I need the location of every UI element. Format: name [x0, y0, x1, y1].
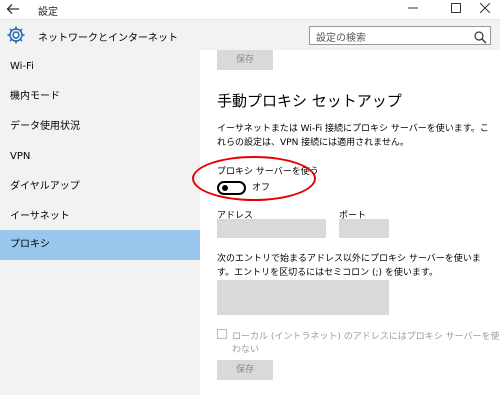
local-bypass-checkbox[interactable]	[217, 329, 227, 339]
title-bar: 設定	[0, 0, 500, 20]
local-bypass-label: ローカル (イントラネット) のアドレスにはプロキシ サーバーを使わない	[232, 332, 500, 355]
sidebar-item-ethernet[interactable]: イーサネット	[0, 202, 200, 232]
use-proxy-toggle[interactable]	[217, 181, 246, 195]
sidebar-item-airplane-mode[interactable]: 機内モード	[0, 82, 200, 112]
exceptions-description: 次のエントリで始まるアドレス以外にプロキシ サーバーを使います。エントリを区切る…	[217, 254, 481, 278]
maximize-button[interactable]	[441, 0, 471, 20]
top-save-button[interactable]: 保存	[217, 50, 273, 70]
exceptions-field[interactable]	[217, 280, 389, 315]
minimize-button[interactable]	[398, 0, 428, 20]
search-placeholder: 設定の検索	[316, 33, 366, 44]
sidebar: Wi-Fi 機内モード データ使用状況 VPN ダイヤルアップ イーサネット プ…	[0, 50, 200, 395]
bottom-save-button[interactable]: 保存	[217, 360, 273, 380]
sidebar-item-vpn[interactable]: VPN	[0, 142, 200, 172]
toggle-knob	[222, 185, 228, 191]
sidebar-item-dialup[interactable]: ダイヤルアップ	[0, 172, 200, 202]
window-title: 設定	[38, 7, 58, 18]
close-button[interactable]	[470, 0, 500, 20]
sidebar-item-proxy[interactable]: プロキシ	[0, 230, 200, 260]
sidebar-item-data-usage[interactable]: データ使用状況	[0, 112, 200, 142]
port-field[interactable]	[339, 219, 389, 238]
gear-icon	[6, 25, 26, 45]
proxy-settings-panel: 保存 手動プロキシ セットアップ イーサネットまたは Wi-Fi 接続にプロキシ…	[200, 50, 500, 395]
sidebar-item-wifi[interactable]: Wi-Fi	[0, 52, 200, 82]
address-field[interactable]	[217, 219, 326, 238]
proxy-description: イーサネットまたは Wi-Fi 接続にプロキシ サーバーを使います。これらの設定…	[217, 124, 489, 148]
section-title: ネットワークとインターネット	[38, 33, 178, 44]
back-arrow-icon[interactable]	[6, 2, 22, 18]
page-title: 手動プロキシ セットアップ	[217, 92, 402, 110]
toggle-state-label: オフ	[252, 183, 271, 193]
use-proxy-label: プロキシ サーバーを使う	[217, 167, 319, 177]
search-input[interactable]: 設定の検索	[309, 26, 491, 45]
search-icon[interactable]	[473, 29, 487, 44]
